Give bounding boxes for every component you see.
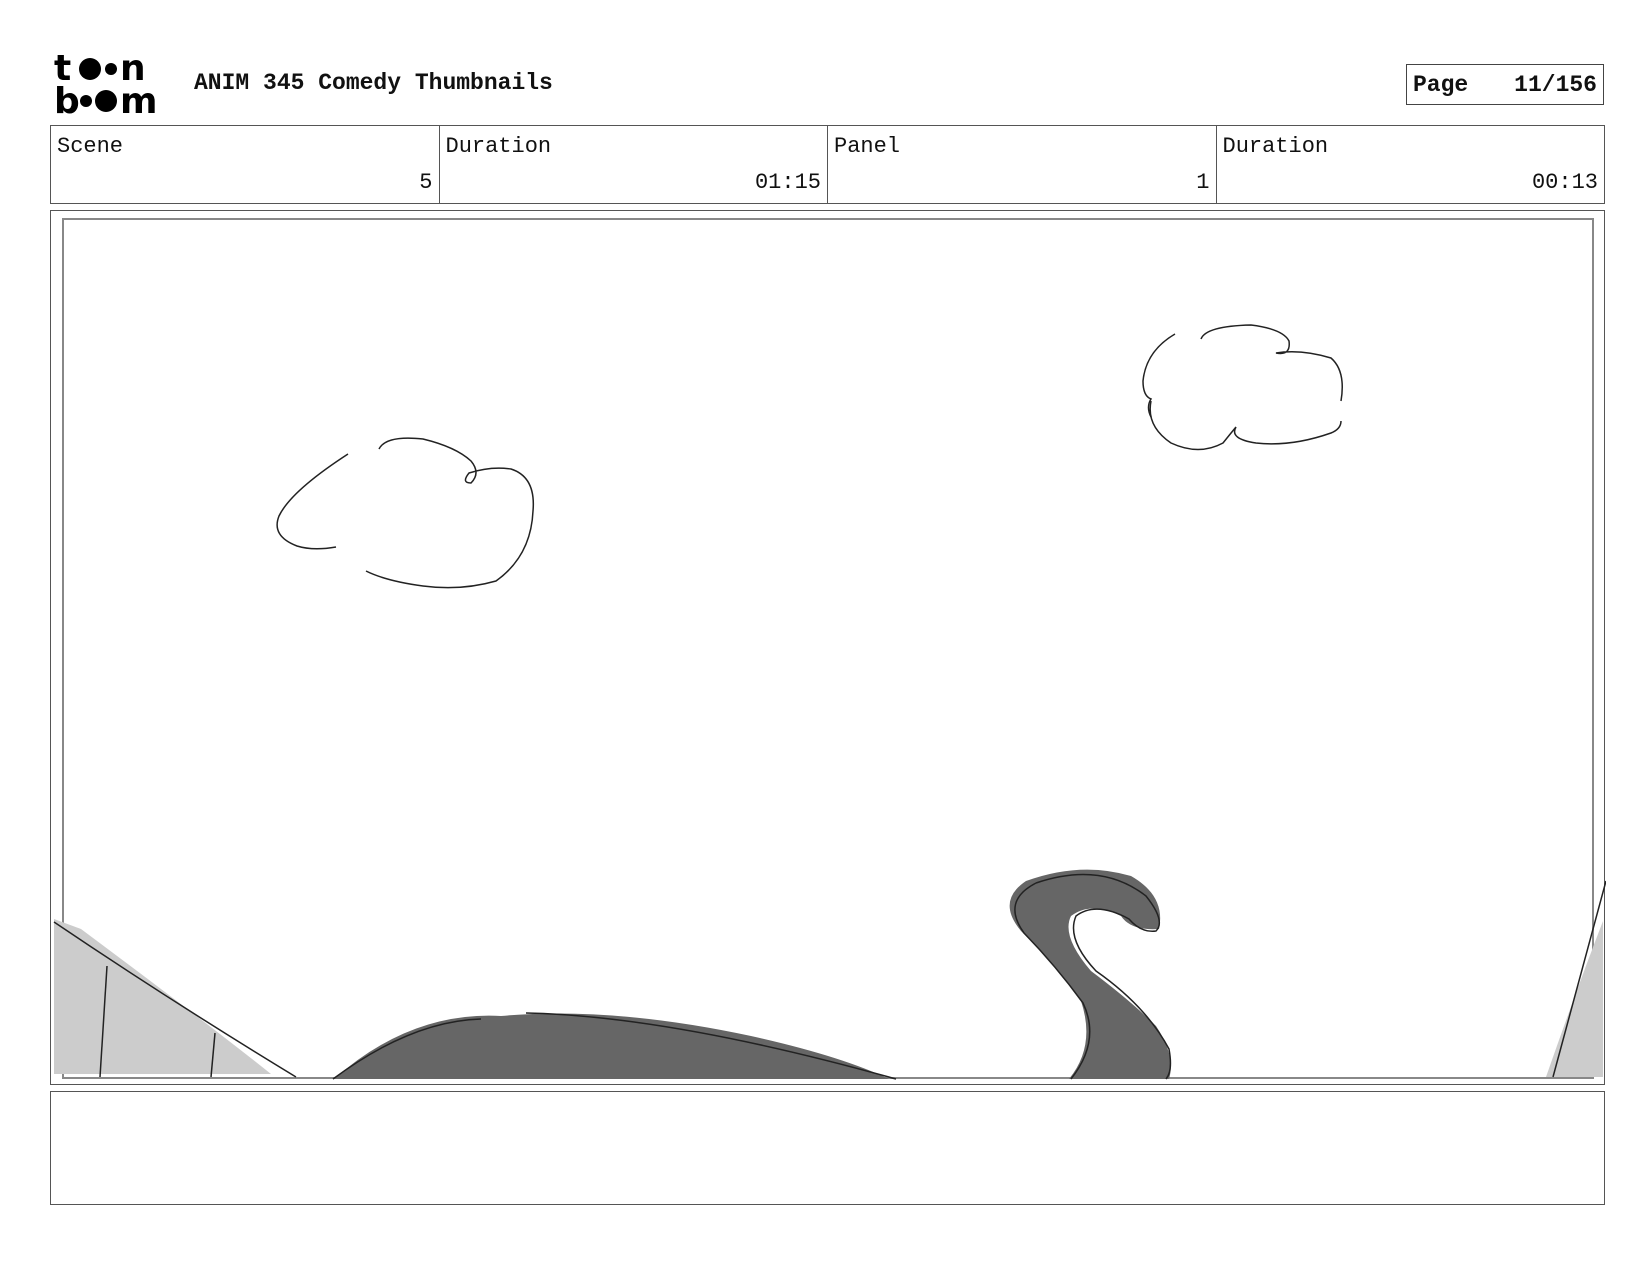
storyboard-panel xyxy=(50,210,1606,1085)
page-label: Page xyxy=(1413,71,1469,98)
right-cloud-stroke-2 xyxy=(1200,324,1343,402)
toon-boom-logo-mark: t n b m xyxy=(54,52,158,116)
left-cloud-stroke-2 xyxy=(365,437,535,589)
panel-label: Panel xyxy=(834,134,901,159)
scene-duration-label: Duration xyxy=(445,134,552,159)
svg-text:b: b xyxy=(54,81,80,116)
document-title: ANIM 345 Comedy Thumbnails xyxy=(194,70,553,96)
scene-value: 5 xyxy=(419,170,433,195)
left-cloud-stroke-1 xyxy=(276,453,349,550)
right-cloud-stroke-3 xyxy=(1149,400,1342,451)
panel-value: 1 xyxy=(1196,170,1210,195)
scene-label: Scene xyxy=(57,134,124,159)
safe-area-frame xyxy=(62,218,1594,1079)
panel-duration-cell: Duration 00:13 xyxy=(1217,126,1605,203)
panel-duration-value: 00:13 xyxy=(1531,170,1598,195)
scene-duration-cell: Duration 01:15 xyxy=(440,126,828,203)
panel-notes-box xyxy=(50,1091,1605,1205)
monster-neck xyxy=(1009,869,1171,1079)
panel-cell: Panel 1 xyxy=(828,126,1217,203)
toon-boom-logo: t n b m xyxy=(54,52,174,116)
panel-drawing xyxy=(53,218,1606,1080)
scene-info-table: Scene 5 Duration 01:15 Panel 1 Duration … xyxy=(50,125,1605,204)
scene-cell: Scene 5 xyxy=(51,126,440,203)
panel-duration-label: Duration xyxy=(1222,134,1329,159)
scene-duration-value: 01:15 xyxy=(754,170,821,195)
page-number: 11/156 xyxy=(1514,71,1597,98)
page-indicator: Page 11/156 xyxy=(1406,64,1604,105)
left-cliff xyxy=(54,919,271,1074)
right-cloud-stroke-1 xyxy=(1142,333,1176,418)
svg-text:m: m xyxy=(120,81,158,116)
monster-hump xyxy=(334,1013,889,1079)
